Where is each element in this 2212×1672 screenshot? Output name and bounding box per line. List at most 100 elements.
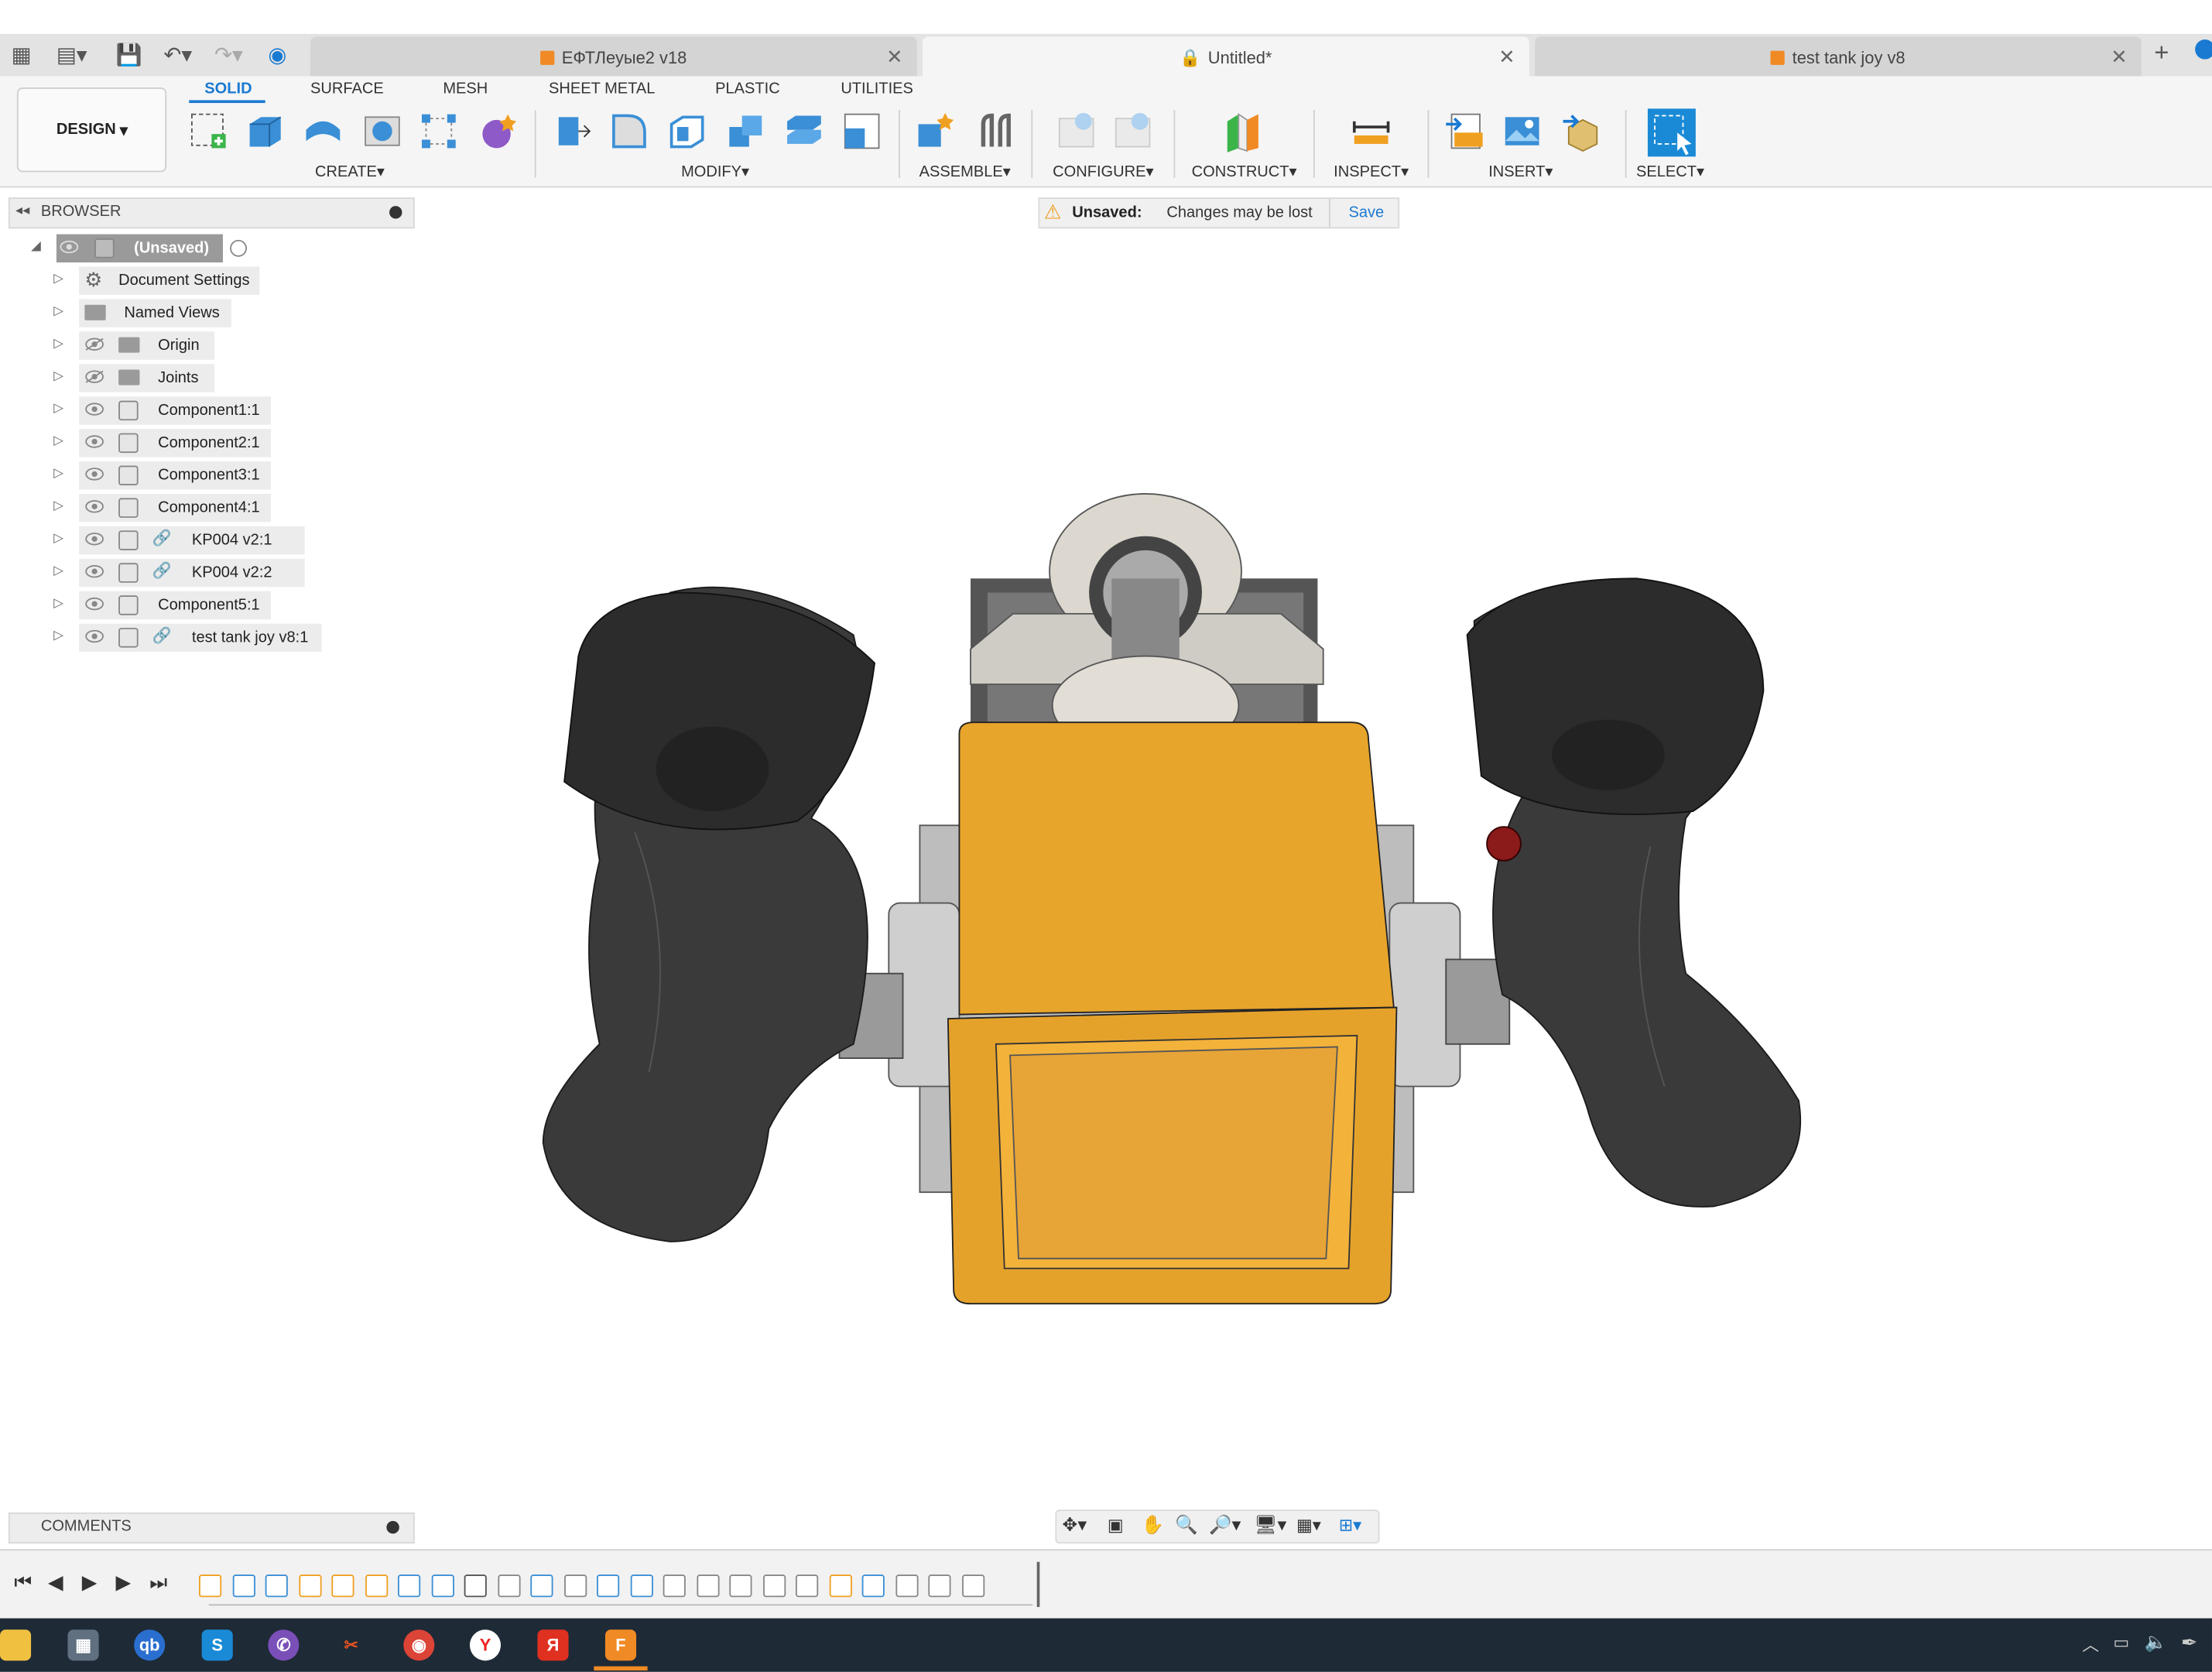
- press-pull-icon[interactable]: [550, 110, 593, 152]
- browser-item[interactable]: ▷ Component4:1: [53, 493, 336, 522]
- hole-icon[interactable]: [361, 110, 404, 152]
- browser-item[interactable]: ▷ Component1:1: [53, 396, 336, 425]
- timeline-feature-icon[interactable]: [895, 1574, 918, 1598]
- configure-menu[interactable]: CONFIGURE▾: [1048, 163, 1158, 180]
- timeline-feature-icon[interactable]: [597, 1574, 620, 1598]
- browser-item[interactable]: ▷ 🔗 test tank joy v8:1: [53, 623, 336, 653]
- timeline-feature-icon[interactable]: [365, 1574, 388, 1598]
- pattern-icon[interactable]: [418, 110, 461, 152]
- timeline-feature-icon[interactable]: [629, 1574, 652, 1598]
- offset-face-icon[interactable]: [783, 110, 826, 152]
- notification-icon[interactable]: [2195, 39, 2212, 60]
- zoom-icon[interactable]: 🔍: [1175, 1514, 1198, 1537]
- browser-item[interactable]: ▷ Origin: [53, 331, 336, 360]
- timeline-feature-icon[interactable]: [464, 1574, 487, 1598]
- timeline-feature-icon[interactable]: [961, 1574, 984, 1598]
- shell-icon[interactable]: [666, 110, 708, 152]
- timeline-feature-icon[interactable]: [796, 1574, 819, 1598]
- viber-icon[interactable]: ✆: [268, 1629, 300, 1661]
- expand-arrow-icon[interactable]: ▷: [53, 595, 63, 611]
- visibility-eye-icon[interactable]: [84, 499, 104, 513]
- zoom-window-icon[interactable]: 🔎▾: [1209, 1514, 1241, 1537]
- expand-arrow-icon[interactable]: ▷: [53, 465, 63, 481]
- timeline-feature-icon[interactable]: [663, 1574, 686, 1598]
- browser-header[interactable]: ◂◂ BROWSER: [8, 197, 415, 229]
- expand-arrow-icon[interactable]: ▷: [53, 271, 63, 286]
- tab-solid[interactable]: SOLID: [204, 81, 252, 98]
- comments-add-icon[interactable]: [386, 1520, 399, 1534]
- create-menu[interactable]: CREATE▾: [307, 163, 392, 180]
- redo-icon[interactable]: ↷▾: [214, 43, 243, 68]
- insert-canvas-icon[interactable]: [1501, 110, 1543, 152]
- expand-arrow-icon[interactable]: ▷: [53, 563, 63, 578]
- browser-item[interactable]: ▷ 🔗 KP004 v2:2: [53, 558, 336, 588]
- browser-item[interactable]: ▷ Named Views: [53, 299, 336, 327]
- skype-icon[interactable]: S: [201, 1629, 233, 1661]
- yandex-browser-icon[interactable]: Y: [469, 1629, 502, 1661]
- visibility-eye-icon[interactable]: [84, 629, 104, 643]
- visibility-eye-icon[interactable]: [84, 434, 104, 448]
- tab-utilities[interactable]: UTILITIES: [841, 81, 913, 98]
- close-tab-icon[interactable]: ✕: [1498, 45, 1515, 69]
- browser-item[interactable]: ▷ Component2:1: [53, 429, 336, 457]
- timeline-feature-icon[interactable]: [231, 1574, 255, 1598]
- expand-arrow-icon[interactable]: ▷: [53, 336, 63, 351]
- undo-icon[interactable]: ↶▾: [163, 43, 192, 68]
- job-status-icon[interactable]: ◉: [268, 43, 286, 68]
- save-button[interactable]: Save: [1349, 204, 1385, 221]
- configure-table-icon[interactable]: [1055, 110, 1097, 152]
- timeline-feature-icon[interactable]: [265, 1574, 288, 1598]
- timeline-feature-icon[interactable]: [298, 1574, 321, 1598]
- new-component-icon[interactable]: [914, 110, 957, 152]
- file-menu-icon[interactable]: ▤▾: [56, 43, 87, 68]
- qbittorrent-icon[interactable]: qb: [134, 1629, 166, 1661]
- timeline-next-icon[interactable]: ▶: [115, 1571, 131, 1595]
- collapse-panel-icon[interactable]: ◂◂: [15, 203, 29, 218]
- timeline-feature-icon[interactable]: [696, 1574, 719, 1598]
- assemble-menu[interactable]: ASSEMBLE▾: [914, 163, 1015, 180]
- orbit-icon[interactable]: ✥▾: [1062, 1514, 1087, 1537]
- look-at-icon[interactable]: ▣: [1108, 1516, 1124, 1536]
- scale-icon[interactable]: [841, 110, 883, 152]
- browser-item[interactable]: ▷ 🔗 KP004 v2:1: [53, 526, 336, 555]
- timeline-marker[interactable]: [1036, 1561, 1040, 1608]
- create-form-icon[interactable]: [477, 110, 519, 152]
- timeline-last-icon[interactable]: ⏭: [149, 1571, 167, 1595]
- hidden-eye-icon[interactable]: [84, 337, 104, 351]
- grid-settings-icon[interactable]: ▦▾: [1296, 1516, 1321, 1536]
- visibility-eye-icon[interactable]: [84, 532, 104, 546]
- timeline-feature-icon[interactable]: [729, 1574, 752, 1598]
- browser-pin-icon[interactable]: [389, 206, 402, 219]
- modify-menu[interactable]: MODIFY▾: [673, 163, 757, 180]
- timeline-feature-icon[interactable]: [928, 1574, 951, 1598]
- revolve-icon[interactable]: [302, 110, 344, 152]
- extrude-icon[interactable]: [244, 110, 286, 152]
- kompas-icon[interactable]: ✂: [335, 1629, 367, 1661]
- close-tab-icon[interactable]: ✕: [2111, 45, 2127, 69]
- calculator-icon[interactable]: ▦: [67, 1629, 99, 1661]
- timeline-feature-icon[interactable]: [430, 1574, 454, 1598]
- tab-plastic[interactable]: PLASTIC: [715, 81, 780, 98]
- inspect-menu[interactable]: INSPECT▾: [1327, 163, 1415, 180]
- timeline-feature-icon[interactable]: [331, 1574, 354, 1598]
- fusion360-icon[interactable]: F: [604, 1629, 637, 1661]
- browser-item[interactable]: ▷ Component5:1: [53, 591, 336, 620]
- expand-arrow-icon[interactable]: ▷: [53, 433, 63, 449]
- construct-menu[interactable]: CONSTRUCT▾: [1188, 163, 1301, 180]
- timeline-feature-icon[interactable]: [497, 1574, 520, 1598]
- activate-radio-icon[interactable]: [230, 239, 247, 257]
- display-settings-icon[interactable]: 🖥▾: [1254, 1514, 1286, 1537]
- visibility-eye-icon[interactable]: [84, 402, 104, 416]
- visibility-eye-icon[interactable]: [60, 240, 80, 254]
- hidden-eye-icon[interactable]: [84, 370, 104, 384]
- configure-rule-icon[interactable]: [1111, 110, 1154, 152]
- document-tab[interactable]: test tank joy v8 ✕: [1535, 36, 2142, 77]
- insert-menu[interactable]: INSERT▾: [1477, 163, 1564, 180]
- expand-arrow-icon[interactable]: ▷: [53, 498, 63, 513]
- timeline-feature-icon[interactable]: [828, 1574, 851, 1598]
- browser-item[interactable]: ▷ Joints: [53, 364, 336, 392]
- new-tab-icon[interactable]: +: [2154, 38, 2169, 67]
- fillet-icon[interactable]: [608, 110, 651, 152]
- viewports-icon[interactable]: ⊞▾: [1339, 1516, 1361, 1536]
- joint-icon[interactable]: [974, 110, 1017, 152]
